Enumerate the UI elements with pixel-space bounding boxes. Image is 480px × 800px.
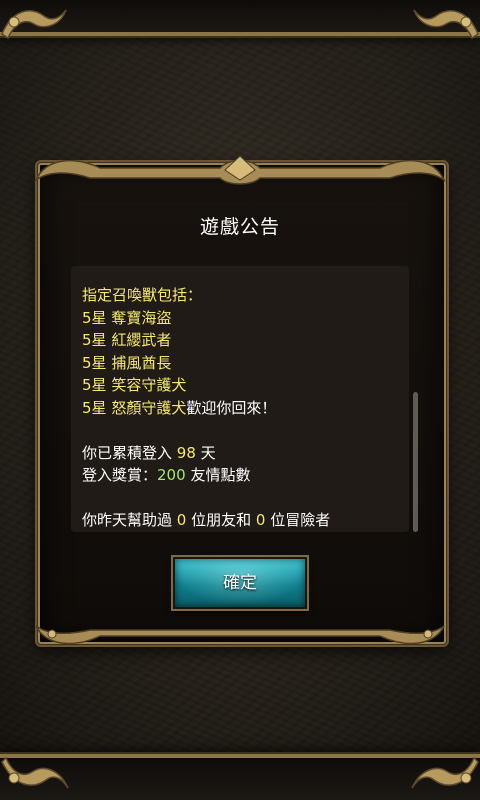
login-days-prefix: 你已累積登入 bbox=[82, 443, 173, 462]
helped-suffix: 位冒險者 bbox=[270, 511, 331, 529]
summon-name: 捕風酋長 bbox=[111, 353, 172, 372]
login-reward-amount: 200 bbox=[157, 466, 186, 484]
helped-prefix: 你昨天幫助過 bbox=[82, 511, 173, 529]
login-reward-prefix: 登入獎賞： bbox=[82, 466, 158, 484]
top-frame bbox=[0, 0, 480, 36]
dialog-top-crest-icon bbox=[34, 155, 446, 185]
login-days-value: 98 bbox=[176, 443, 196, 462]
bottom-left-ornament bbox=[1, 756, 69, 789]
summon-stars: 5星 bbox=[82, 353, 107, 372]
dialog-bottom-crest-icon bbox=[35, 625, 445, 645]
welcome-back-text: 歡迎你回來！ bbox=[186, 398, 277, 417]
content-scrollbar-thumb[interactable] bbox=[413, 392, 418, 532]
summon-stars: 5星 bbox=[82, 376, 107, 394]
summon-item: 5星 笑容守護犬 bbox=[82, 374, 409, 397]
bottom-right-ornament bbox=[411, 756, 479, 789]
announcement-content[interactable]: 指定召喚獸包括： 5星 奪寶海盜 5星 紅纓武者 5星 捕風酋長 5星 笑容守護… bbox=[71, 266, 409, 532]
login-reward-line: 登入獎賞：200 友情點數 bbox=[82, 464, 409, 487]
helped-line: 你昨天幫助過 0 位朋友和 0 位冒險者 bbox=[82, 509, 409, 532]
summon-item: 5星 奪寶海盜 bbox=[82, 307, 409, 330]
helped-friends-count: 0 bbox=[176, 511, 187, 529]
helped-middle: 位朋友和 bbox=[191, 511, 252, 529]
confirm-button[interactable]: 確定 bbox=[171, 555, 309, 611]
summon-heading: 指定召喚獸包括： bbox=[82, 286, 203, 304]
summon-item: 5星 捕風酋長 bbox=[82, 352, 409, 375]
login-reward-suffix: 友情點數 bbox=[190, 466, 251, 484]
login-days-line: 你已累積登入 98 天 bbox=[82, 442, 409, 465]
top-left-ornament bbox=[1, 9, 67, 40]
dialog-title: 遊戲公告 bbox=[199, 216, 280, 238]
top-right-ornament bbox=[413, 9, 479, 40]
summon-item: 5星 怒顏守護犬歡迎你回來！ bbox=[82, 397, 409, 420]
summon-name: 笑容守護犬 bbox=[111, 376, 187, 394]
summon-name: 紅纓武者 bbox=[111, 331, 172, 349]
summon-name: 怒顏守護犬 bbox=[111, 398, 187, 417]
helped-adventurers-count: 0 bbox=[255, 511, 266, 529]
summon-stars: 5星 bbox=[82, 331, 107, 349]
summon-name: 奪寶海盜 bbox=[111, 308, 172, 327]
login-days-suffix: 天 bbox=[200, 443, 216, 462]
bottom-frame bbox=[0, 754, 480, 800]
summon-stars: 5星 bbox=[82, 398, 107, 417]
summon-stars: 5星 bbox=[82, 308, 107, 327]
summon-item: 5星 紅纓武者 bbox=[82, 329, 409, 352]
